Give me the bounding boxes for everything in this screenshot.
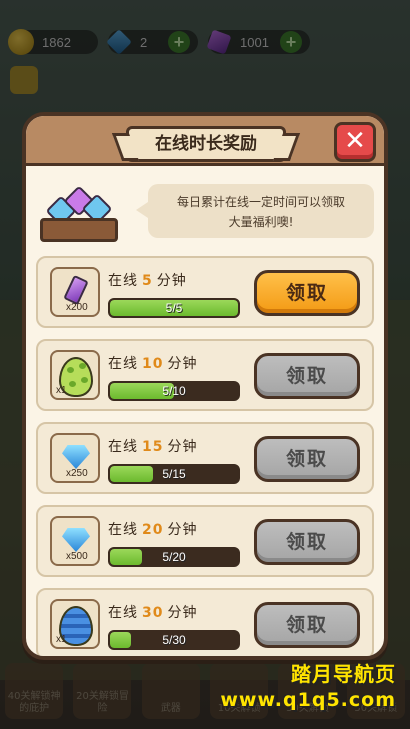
reward-requirement: 在线 15 分钟 (108, 436, 197, 456)
reward-count: x500 (66, 551, 88, 562)
reward-count: x250 (66, 468, 88, 479)
progress-text: 5/15 (162, 467, 186, 481)
requirement-minutes: 15 (142, 439, 164, 455)
progress-bar: 5/20 (108, 547, 240, 567)
requirement-unit: 分钟 (167, 522, 198, 538)
diamond-icon (62, 528, 90, 552)
reward-row: x200 在线 5 分钟 5/5 领取 (36, 256, 374, 328)
reward-requirement: 在线 20 分钟 (108, 519, 197, 539)
reward-count: x1 (56, 634, 67, 645)
reward-row: x250 在线 15 分钟 5/15 领取 (36, 422, 374, 494)
claim-button[interactable]: 领取 (254, 353, 360, 399)
reward-item: x500 (50, 516, 100, 566)
progress-bar: 5/5 (108, 298, 240, 318)
crystal-icon (63, 274, 89, 306)
reward-row: x1 在线 30 分钟 5/30 领取 (36, 588, 374, 656)
claim-button[interactable]: 领取 (254, 436, 360, 482)
reward-row: x500 在线 20 分钟 5/20 领取 (36, 505, 374, 577)
progress-bar: 5/30 (108, 630, 240, 650)
requirement-minutes: 5 (142, 273, 153, 289)
dialog-header: 在线时长奖励 ✕ (26, 116, 384, 166)
requirement-unit: 分钟 (167, 605, 198, 621)
reward-row: x1 在线 10 分钟 5/10 领取 (36, 339, 374, 411)
crystal-crate-icon (40, 182, 118, 242)
requirement-unit: 分钟 (156, 273, 187, 289)
dialog-intro: 每日累计在线一定时间可以领取 大量福利噢! (36, 174, 374, 244)
progress-bar: 5/10 (108, 381, 240, 401)
requirement-unit: 分钟 (167, 356, 198, 372)
diamond-icon (62, 445, 90, 469)
claim-button[interactable]: 领取 (254, 519, 360, 565)
tip-bubble: 每日累计在线一定时间可以领取 大量福利噢! (136, 184, 374, 238)
progress-text: 5/30 (162, 633, 186, 647)
reward-count: x1 (56, 385, 67, 396)
claim-button[interactable]: 领取 (254, 270, 360, 316)
requirement-prefix: 在线 (108, 522, 138, 538)
reward-list: x200 在线 5 分钟 5/5 领取 x1 在线 10 分钟 5/10 领取 … (36, 256, 374, 656)
online-reward-dialog: 在线时长奖励 ✕ 每日累计在线一定时间可以领取 大量福利噢! x200 在线 5 分… (22, 112, 388, 660)
reward-item: x1 (50, 350, 100, 400)
requirement-prefix: 在线 (108, 439, 138, 455)
progress-text: 5/5 (165, 301, 183, 315)
reward-requirement: 在线 10 分钟 (108, 353, 197, 373)
dialog-title: 在线时长奖励 (126, 126, 286, 162)
requirement-prefix: 在线 (108, 273, 138, 289)
requirement-prefix: 在线 (108, 356, 138, 372)
reward-item: x250 (50, 433, 100, 483)
watermark-line-2: www.q1q5.com (220, 689, 396, 711)
close-icon: ✕ (344, 126, 366, 156)
reward-item: x200 (50, 267, 100, 317)
watermark-line-1: 踏月导航页 (291, 662, 396, 686)
claim-button[interactable]: 领取 (254, 602, 360, 648)
progress-bar: 5/15 (108, 464, 240, 484)
tip-line-1: 每日累计在线一定时间可以领取 (176, 195, 345, 209)
requirement-minutes: 20 (142, 522, 164, 538)
watermark: 踏月导航页 www.q1q5.com (220, 658, 396, 711)
reward-item: x1 (50, 599, 100, 649)
close-button[interactable]: ✕ (334, 122, 376, 162)
progress-text: 5/10 (162, 384, 186, 398)
reward-count: x200 (66, 302, 88, 313)
requirement-minutes: 30 (142, 605, 164, 621)
tip-line-2: 大量福利噢! (228, 215, 294, 229)
progress-text: 5/20 (162, 550, 186, 564)
requirement-unit: 分钟 (167, 439, 198, 455)
reward-requirement: 在线 30 分钟 (108, 602, 197, 622)
reward-requirement: 在线 5 分钟 (108, 270, 187, 290)
requirement-prefix: 在线 (108, 605, 138, 621)
requirement-minutes: 10 (142, 356, 164, 372)
